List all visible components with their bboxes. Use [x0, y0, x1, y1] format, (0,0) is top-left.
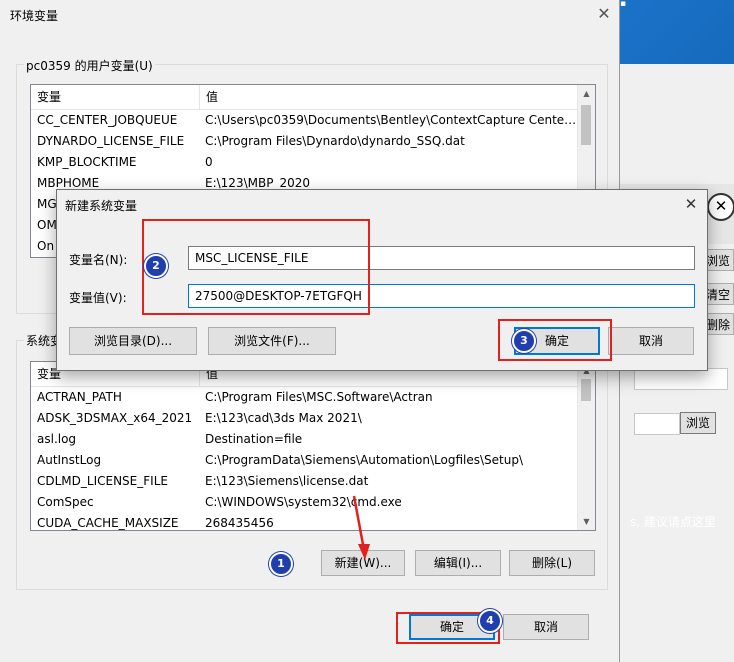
variable-name: ComSpec	[37, 495, 94, 509]
edit-variable-button[interactable]: 编辑(I)...	[415, 550, 501, 576]
variable-value: C:\Users\pc0359\Documents\Bentley\Contex…	[205, 113, 577, 127]
variable-name: CUDA_CACHE_MAXSIZE	[37, 516, 179, 530]
variable-value: E:\123\Siemens\license.dat	[205, 474, 369, 488]
variable-value: C:\Program Files\MSC.Software\Actran	[205, 390, 433, 404]
table-row[interactable]: ACTRAN_PATH C:\Program Files\MSC.Software…	[31, 387, 578, 408]
background-browse-button-2[interactable]: 浏览	[680, 412, 716, 434]
dialog-close-icon[interactable]: ✕	[681, 194, 701, 214]
table-row[interactable]: KMP_BLOCKTIME 0	[31, 152, 578, 173]
scroll-down-icon[interactable]: ▼	[578, 513, 595, 530]
variable-value: 0	[205, 155, 213, 169]
variable-name: CDLMD_LICENSE_FILE	[37, 474, 168, 488]
delete-variable-button[interactable]: 删除(L)	[509, 550, 595, 576]
close-icon[interactable]: ✕	[594, 4, 614, 24]
step-badge-4: 4	[478, 609, 502, 633]
system-variables-list[interactable]: 变量 值 ACTRAN_PATH C:\Program Files\MSC.Sof…	[30, 361, 596, 531]
variable-value: 268435456	[205, 516, 274, 530]
variable-name: AutInstLog	[37, 453, 102, 467]
column-header-variable[interactable]: 变量	[31, 85, 199, 109]
variable-name: ADSK_3DSMAX_x64_2021	[37, 411, 193, 425]
dialog-cancel-button[interactable]: 取消	[608, 327, 694, 355]
scroll-up-icon[interactable]: ▲	[578, 85, 595, 102]
variable-name: CC_CENTER_JOBQUEUE	[37, 113, 178, 127]
background-path-field[interactable]	[634, 413, 680, 435]
variable-value: E:\123\cad\3ds Max 2021\	[205, 411, 362, 425]
window-title: 环境变量	[10, 9, 59, 23]
table-row[interactable]: ADSK_3DSMAX_x64_2021 E:\123\cad\3ds Max 2…	[31, 408, 578, 429]
system-rows: ACTRAN_PATH C:\Program Files\MSC.Software…	[31, 387, 578, 530]
scroll-thumb[interactable]	[581, 379, 591, 401]
table-row[interactable]: AutInstLog C:\ProgramData\Siemens\Automat…	[31, 450, 578, 471]
table-row[interactable]: CC_CENTER_JOBQUEUE C:\Users\pc0359\Docume…	[31, 110, 578, 131]
browse-file-button[interactable]: 浏览文件(F)...	[208, 327, 336, 355]
variable-value: C:\WINDOWS\system32\cmd.exe	[205, 495, 402, 509]
step-badge-3: 3	[512, 329, 536, 353]
table-row[interactable]: asl.log Destination=file	[31, 429, 578, 450]
table-row[interactable]: DYNARDO_LICENSE_FILE C:\Program Files\Dyn…	[31, 131, 578, 152]
scroll-thumb[interactable]	[581, 105, 591, 145]
step-badge-2: 2	[144, 254, 168, 278]
background-suggestion-link[interactable]: s, 建议请点这里	[630, 513, 716, 530]
step-badge-1: 1	[269, 552, 293, 576]
variable-name-label: 变量名(N):	[69, 253, 128, 267]
scrollbar[interactable]: ▲ ▼	[577, 362, 595, 530]
variable-value: C:\ProgramData\Siemens\Automation\Logfil…	[205, 453, 524, 467]
background-input-field[interactable]	[634, 368, 728, 390]
desktop-icon-fragment: ▪	[620, 0, 627, 9]
variable-name: asl.log	[37, 432, 77, 446]
list-header: 变量 值	[31, 85, 578, 110]
table-row[interactable]: CDLMD_LICENSE_FILE E:\123\Siemens\license…	[31, 471, 578, 492]
annotation-box-fields	[142, 219, 370, 315]
background-footer	[606, 620, 734, 662]
browse-directory-button[interactable]: 浏览目录(D)...	[69, 327, 197, 355]
column-header-value[interactable]: 值	[199, 85, 579, 109]
variable-value: Destination=file	[205, 432, 303, 446]
variable-name: DYNARDO_LICENSE_FILE	[37, 134, 185, 148]
dialog-title: 新建系统变量	[65, 199, 138, 213]
variable-name: ACTRAN_PATH	[37, 390, 122, 404]
user-variables-label: pc0359 的用户变量(U)	[24, 57, 155, 74]
variable-value: C:\Program Files\Dynardo\dynardo_SSQ.dat	[205, 134, 465, 148]
annotation-arrow-icon	[352, 495, 370, 560]
variable-name: KMP_BLOCKTIME	[37, 155, 137, 169]
table-row[interactable]: CUDA_CACHE_MAXSIZE 268435456	[31, 513, 578, 530]
table-row[interactable]: ComSpec C:\WINDOWS\system32\cmd.exe	[31, 492, 578, 513]
variable-value-label: 变量值(V):	[69, 291, 127, 305]
background-close-icon[interactable]: ✕	[707, 193, 734, 221]
cancel-button[interactable]: 取消	[503, 614, 589, 640]
